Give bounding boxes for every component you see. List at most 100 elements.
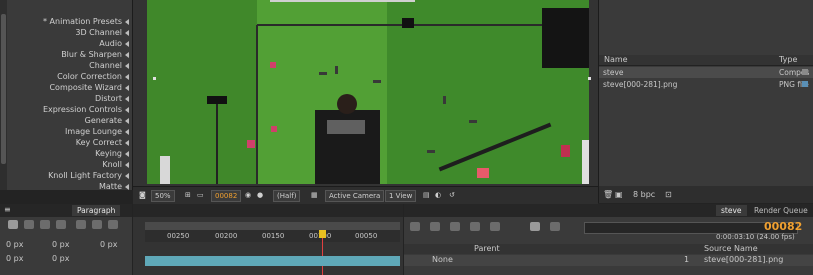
expand-triangle-icon[interactable] [125,52,129,58]
expand-triangle-icon[interactable] [125,129,129,135]
layer-source-name[interactable]: steve[000-281].png [704,255,783,265]
trash-icon[interactable]: 🗑 [603,190,613,199]
graph-editor-icon[interactable] [410,222,420,231]
expand-triangle-icon[interactable] [125,41,129,47]
parent-column-header[interactable]: Parent [474,244,500,254]
name-column-header[interactable]: Name [604,55,628,65]
expand-triangle-icon[interactable] [125,96,129,102]
type-column-header[interactable]: Type [779,55,797,65]
composition-viewer[interactable] [133,0,598,190]
ruler-tick-label: 00200 [215,232,238,240]
align-right-icon[interactable] [76,220,86,229]
layer-duration-bar[interactable] [145,256,400,266]
scrollbar-thumb[interactable] [1,14,6,164]
effect-category-item[interactable]: Knoll Light Factory [8,170,132,181]
effect-category-item[interactable]: Channel [8,60,132,71]
current-time-display[interactable]: 00082 [211,190,242,202]
live-update-icon[interactable] [550,222,560,231]
source-name-column-header[interactable]: Source Name [704,244,758,254]
space-field[interactable]: 0 px [52,254,69,264]
space-field[interactable]: 0 px [6,254,23,264]
project-footer: 🗑 ▣ 8 bpc ⊡ [599,186,813,203]
effect-category-item[interactable]: Color Correction [8,71,132,82]
magnification-dropdown[interactable]: 50% [151,190,175,202]
effect-category-item[interactable]: Keying [8,148,132,159]
layer-column-header: Parent Source Name [404,244,813,254]
expand-triangle-icon[interactable] [125,173,129,179]
work-area-bar[interactable] [145,222,400,230]
effect-category-item[interactable]: Audio [8,38,132,49]
indent-field[interactable]: 0 px [6,240,23,250]
paragraph-panel: Paragraph ≡ 0 px 0 px 0 px 0 px 0 px [0,204,132,275]
bit-depth-label[interactable]: 8 bpc [633,190,655,200]
align-left-icon[interactable] [108,220,118,229]
show-snapshot-icon[interactable]: ● [257,190,263,200]
expand-triangle-icon[interactable] [125,85,129,91]
expand-triangle-icon[interactable] [125,151,129,157]
expand-triangle-icon[interactable] [125,162,129,168]
snapshot-icon[interactable]: ◉ [245,190,251,200]
justify-center-icon[interactable] [40,220,50,229]
timeline-tabbar [133,204,403,217]
reset-exposure-icon[interactable]: ↺ [449,190,455,200]
effect-category-label: Distort [94,94,122,103]
effect-category-label: Color Correction [57,72,122,81]
always-preview-icon[interactable]: ◙ [139,190,146,200]
project-item-png[interactable]: steve[000-281].png PNG file [599,79,813,90]
effect-category-label: Channel [89,61,122,70]
effect-category-item[interactable]: Distort [8,93,132,104]
indent-field[interactable]: 0 px [52,240,69,250]
region-of-interest-icon[interactable]: ▦ [311,190,318,200]
project-item-comp[interactable]: steve Compos [599,67,813,78]
resolution-dropdown[interactable]: (Half) [273,190,301,202]
effect-category-item[interactable]: Matte [8,181,132,192]
camera-dropdown[interactable]: Active Camera [325,190,385,202]
expand-triangle-icon[interactable] [125,74,129,80]
expand-triangle-icon[interactable] [125,107,129,113]
panel-menu-icon[interactable]: ≡ [4,205,11,215]
shy-icon[interactable] [470,222,480,231]
expand-triangle-icon[interactable] [125,118,129,124]
time-indicator-head[interactable] [319,230,326,238]
justify-left-icon[interactable] [56,220,66,229]
flowchart-icon[interactable]: ⊡ [665,190,672,199]
grid-icon[interactable]: ⊞ [185,190,191,200]
timeline-area[interactable]: 00250 00200 00150 00100 00050 [133,204,403,275]
expand-triangle-icon[interactable] [125,184,129,190]
effect-category-item[interactable]: 3D Channel [8,27,132,38]
effect-category-item[interactable]: Image Lounge [8,126,132,137]
effects-scrollbar[interactable] [0,0,7,190]
align-center-icon[interactable] [92,220,102,229]
layer-row[interactable]: None steve[000-281].png 1 [404,255,813,266]
tab-steve[interactable]: steve [716,205,747,216]
effect-category-item[interactable]: Key Correct [8,137,132,148]
justify-right-icon[interactable] [24,220,34,229]
effect-category-item[interactable]: Composite Wizard [8,82,132,93]
justify-all-icon[interactable] [8,220,18,229]
effect-category-item[interactable]: Blur & Sharpen [8,49,132,60]
parent-dropdown[interactable]: None [432,255,453,265]
indent-field[interactable]: 0 px [100,240,117,250]
tab-paragraph[interactable]: Paragraph [72,205,121,216]
new-folder-icon[interactable]: ▣ [615,190,623,199]
expand-triangle-icon[interactable] [125,30,129,36]
viewer-toolbar: ◙ 50% ⊞ ▭ 00082 ◉ ● (Half) ▦ Active Came… [133,186,598,204]
effects-presets-panel: * Animation Presets 3D Channel Audio Blur &… [0,0,133,192]
toggle-pixel-icon[interactable]: ▤ [423,190,430,200]
view-layout-dropdown[interactable]: 1 View [385,190,417,202]
time-ruler[interactable]: 00250 00200 00150 00100 00050 [145,230,400,242]
effect-category-item[interactable]: * Animation Presets [8,16,132,27]
effect-category-item[interactable]: Generate [8,115,132,126]
tab-render-queue[interactable]: Render Queue [749,205,813,216]
expand-triangle-icon[interactable] [125,19,129,25]
expand-triangle-icon[interactable] [125,140,129,146]
mask-icon[interactable]: ▭ [197,190,204,200]
exposure-icon[interactable]: ◐ [435,190,441,200]
comp-flowchart-icon[interactable] [530,222,540,231]
effect-category-item[interactable]: Expression Controls [8,104,132,115]
frame-blend-icon[interactable] [430,222,440,231]
motion-blur-icon[interactable] [450,222,460,231]
expand-triangle-icon[interactable] [125,63,129,69]
draft-3d-icon[interactable] [490,222,500,231]
effect-category-item[interactable]: Knoll [8,159,132,170]
